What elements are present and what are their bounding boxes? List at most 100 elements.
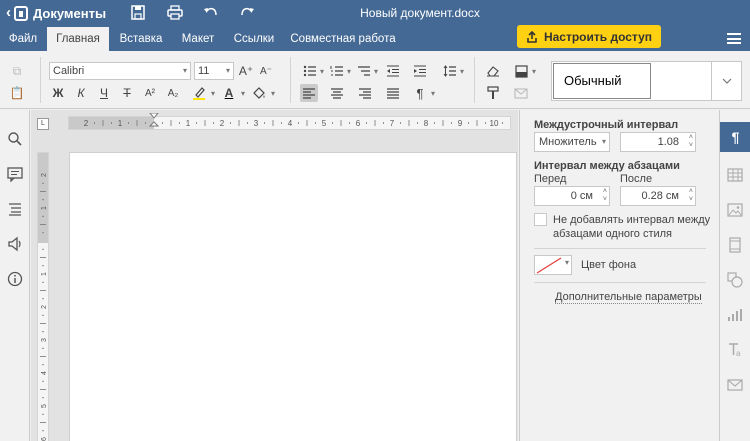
chevron-down-icon[interactable]: ▾ [238, 84, 248, 102]
mail-merge-icon[interactable] [512, 84, 530, 102]
color-scheme-icon[interactable] [512, 62, 530, 80]
tab-home[interactable]: Главная [47, 27, 109, 51]
ruler-label: 8 [424, 119, 429, 128]
shape-settings-icon[interactable] [727, 272, 743, 288]
ruler-label: 4 [288, 119, 293, 128]
ruler-label: 3 [254, 119, 259, 128]
print-icon[interactable] [166, 5, 184, 21]
back-to-documents-button[interactable]: ‹ Документы [6, 4, 106, 22]
redo-icon[interactable] [238, 5, 256, 21]
paragraph-settings-icon[interactable]: ¶ [720, 122, 750, 152]
underline-label: Ч [100, 86, 108, 100]
chevron-down-icon[interactable]: ▾ [344, 62, 354, 80]
increase-indent-icon[interactable] [411, 62, 429, 80]
decrease-indent-icon[interactable] [384, 62, 402, 80]
header-footer-icon[interactable] [727, 237, 743, 253]
table-settings-icon[interactable] [727, 167, 743, 183]
tab-references[interactable]: Ссылки [224, 27, 284, 51]
tab-file[interactable]: Файл [0, 27, 46, 51]
chart-settings-icon[interactable] [727, 307, 743, 323]
divider [534, 282, 706, 283]
undo-icon[interactable] [202, 5, 220, 21]
highlight-icon[interactable] [190, 84, 208, 102]
spacing-before-field[interactable]: 0 см ˄ ˅ [534, 186, 610, 206]
vertical-ruler[interactable]: 2 1 1 2 3 4 5 6 [37, 152, 49, 441]
paste-icon[interactable]: 📋 [8, 84, 26, 102]
chevron-down-icon[interactable]: ▾ [268, 84, 278, 102]
feedback-icon[interactable] [7, 236, 23, 252]
share-icon [527, 30, 537, 43]
search-icon[interactable] [7, 131, 23, 147]
copy-icon[interactable]: ⧉ [8, 62, 26, 80]
ruler-label: 10 [490, 119, 499, 128]
advanced-settings-link[interactable]: Дополнительные параметры [555, 291, 702, 304]
title-bar: ‹ Документы Новый документ.docx [0, 0, 750, 27]
shrink-font-button[interactable]: A⁻ [257, 62, 275, 80]
indent-marker[interactable] [149, 113, 159, 127]
tab-stop-selector[interactable]: L [37, 118, 49, 130]
chevron-down-icon[interactable]: ▾ [529, 62, 539, 80]
chevron-down-icon: ▾ [564, 258, 569, 267]
superscript-button[interactable]: A² [141, 84, 159, 102]
pilcrow-icon[interactable]: ¶ [411, 84, 429, 102]
back-label: Документы [33, 5, 107, 21]
shrink-font-label: A⁻ [260, 65, 272, 77]
styles-expand-button[interactable] [711, 62, 741, 100]
ruler-label: 1 [186, 119, 191, 128]
tab-insert[interactable]: Вставка [110, 27, 172, 51]
format-painter-icon[interactable] [484, 84, 502, 102]
share-access-button[interactable]: Настроить доступ [517, 25, 661, 48]
italic-label: К [77, 86, 85, 100]
ruler-label: 4 [41, 371, 48, 375]
menu-icon[interactable] [727, 33, 741, 44]
font-name-select[interactable]: Calibri ▾ [49, 62, 191, 80]
align-left-icon[interactable] [300, 84, 318, 102]
background-color-label: Цвет фона [581, 259, 637, 271]
superscript-label: A² [145, 87, 155, 99]
font-color-icon[interactable]: A [220, 84, 238, 102]
about-icon[interactable] [7, 271, 23, 287]
line-spacing-value-field[interactable]: 1.08 ˄ ˅ [620, 132, 696, 152]
strikethrough-button[interactable]: Т [118, 84, 136, 102]
italic-button[interactable]: К [72, 84, 90, 102]
grow-font-button[interactable]: A⁺ [237, 62, 255, 80]
underline-button[interactable]: Ч [95, 84, 113, 102]
tab-layout[interactable]: Макет [172, 27, 224, 51]
chevron-down-icon[interactable]: ▾ [208, 84, 218, 102]
ruler-label: 2 [220, 119, 225, 128]
spinner-arrows-icon[interactable]: ˄ ˅ [603, 188, 607, 204]
save-icon[interactable] [129, 5, 147, 21]
navigation-icon[interactable] [7, 201, 23, 217]
align-center-icon[interactable] [328, 84, 346, 102]
spinner-arrows-icon[interactable]: ˄ ˅ [689, 188, 693, 204]
chevron-down-icon[interactable]: ▾ [371, 62, 381, 80]
line-spacing-mode-select[interactable]: Множитель ▾ [534, 132, 610, 152]
font-size-select[interactable]: 11 ▾ [194, 62, 234, 80]
subscript-button[interactable]: A₂ [164, 84, 182, 102]
bold-button[interactable]: Ж [49, 84, 67, 102]
document-title: Новый документ.docx [360, 6, 480, 20]
paint-bucket-icon[interactable] [250, 84, 268, 102]
image-settings-icon[interactable] [727, 202, 743, 218]
chevron-down-icon[interactable]: ▾ [317, 62, 327, 80]
chevron-down-icon[interactable]: ▾ [428, 84, 438, 102]
mail-merge-settings-icon[interactable] [727, 377, 743, 393]
line-spacing-title: Междустрочный интервал [534, 119, 679, 131]
ruler-label: 3 [41, 338, 48, 342]
background-color-picker[interactable]: ▾ [534, 255, 572, 275]
ruler-label: 6 [356, 119, 361, 128]
spinner-arrows-icon[interactable]: ˄ ˅ [689, 134, 693, 150]
horizontal-ruler[interactable]: 2 1 1 2 3 4 5 6 7 8 9 10 [68, 113, 511, 130]
text-art-icon[interactable]: a [727, 342, 743, 358]
spacing-after-field[interactable]: 0.28 см ˄ ˅ [620, 186, 696, 206]
tab-collaboration[interactable]: Совместная работа [284, 27, 402, 51]
align-justify-icon[interactable] [384, 84, 402, 102]
document-page[interactable] [69, 152, 517, 441]
no-spacing-checkbox[interactable] [534, 213, 547, 226]
clear-style-icon[interactable] [484, 62, 502, 80]
style-normal[interactable]: Обычный [553, 63, 651, 99]
chevron-down-icon[interactable]: ▾ [457, 62, 467, 80]
comments-icon[interactable] [7, 166, 23, 182]
ruler-label: 1 [118, 119, 123, 128]
align-right-icon[interactable] [356, 84, 374, 102]
